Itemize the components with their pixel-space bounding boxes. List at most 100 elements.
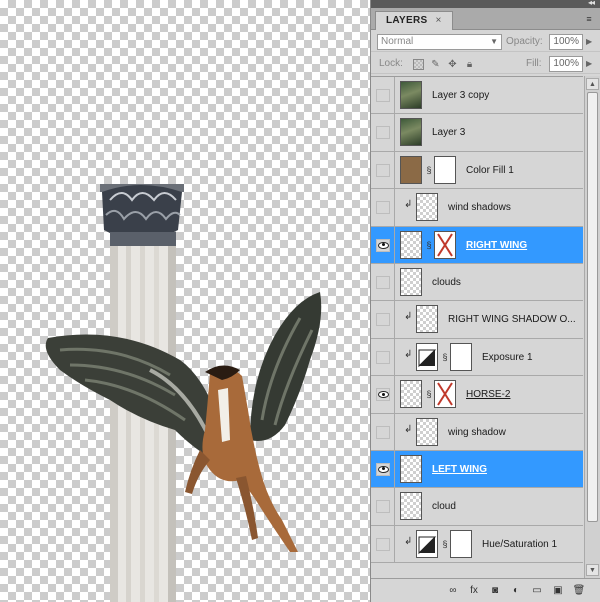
layer-name[interactable]: HORSE-2 bbox=[466, 376, 510, 413]
scroll-up-icon[interactable]: ▲ bbox=[586, 78, 599, 90]
visibility-toggle[interactable] bbox=[371, 189, 395, 226]
layer-name[interactable]: RIGHT WING SHADOW O... bbox=[448, 301, 576, 338]
layer-name[interactable]: Color Fill 1 bbox=[466, 152, 514, 189]
layer-name[interactable]: LEFT WING bbox=[432, 451, 487, 488]
visibility-box[interactable] bbox=[376, 313, 390, 327]
visibility-box[interactable] bbox=[376, 500, 390, 514]
lock-all-icon[interactable]: 🔒︎ bbox=[464, 59, 475, 70]
layer-name[interactable]: Hue/Saturation 1 bbox=[482, 526, 557, 563]
visibility-box[interactable] bbox=[376, 163, 390, 177]
layer-mask-thumbnail[interactable] bbox=[434, 155, 456, 184]
blend-mode-select[interactable]: Normal ▼ bbox=[377, 34, 502, 50]
lock-position-icon[interactable]: ✥ bbox=[447, 59, 458, 70]
visibility-toggle[interactable] bbox=[371, 114, 395, 151]
layer-mask-thumbnail[interactable] bbox=[434, 380, 456, 409]
layer-row[interactable]: § RIGHT WING bbox=[371, 226, 583, 264]
visibility-toggle[interactable] bbox=[371, 151, 395, 189]
fx-icon[interactable]: fx bbox=[467, 584, 481, 598]
layer-mask-thumbnail[interactable] bbox=[434, 230, 456, 259]
visibility-toggle[interactable] bbox=[371, 226, 395, 263]
layer-row[interactable]: § HORSE-2 bbox=[371, 376, 583, 414]
visibility-box[interactable] bbox=[376, 350, 390, 364]
layer-thumbnail[interactable] bbox=[416, 529, 438, 558]
link-icon[interactable]: § bbox=[442, 352, 448, 362]
layer-thumbnail[interactable] bbox=[400, 380, 422, 409]
layer-thumbnail[interactable] bbox=[400, 81, 422, 109]
link-icon[interactable]: § bbox=[426, 389, 432, 399]
link-icon[interactable]: § bbox=[442, 539, 448, 549]
layer-row[interactable]: cloud bbox=[371, 488, 583, 526]
layer-name[interactable]: Layer 3 copy bbox=[432, 77, 489, 114]
document-canvas[interactable] bbox=[0, 0, 370, 602]
layer-row[interactable]: ↲ wing shadow bbox=[371, 413, 583, 451]
scroll-down-icon[interactable]: ▼ bbox=[586, 564, 599, 576]
layer-mask-thumbnail[interactable] bbox=[450, 529, 472, 558]
visibility-toggle[interactable] bbox=[371, 413, 395, 450]
layers-scrollbar[interactable]: ▲ ▼ bbox=[584, 76, 600, 578]
panel-menu-icon[interactable]: ≡ bbox=[582, 13, 596, 25]
lock-pixels-icon[interactable]: ✎ bbox=[430, 59, 441, 70]
visibility-toggle[interactable] bbox=[371, 525, 395, 563]
visibility-box[interactable] bbox=[376, 537, 390, 551]
layer-name[interactable]: clouds bbox=[432, 264, 461, 301]
new-group-icon[interactable]: ▭ bbox=[530, 584, 544, 598]
new-layer-icon[interactable]: ▣ bbox=[551, 584, 565, 598]
link-icon[interactable]: § bbox=[426, 240, 432, 250]
layer-thumbnail[interactable] bbox=[416, 417, 438, 446]
visibility-toggle[interactable] bbox=[371, 338, 395, 376]
layer-name[interactable]: RIGHT WING bbox=[466, 227, 527, 264]
opacity-slider-icon[interactable]: ▶ bbox=[586, 37, 592, 46]
layer-name[interactable]: Layer 3 bbox=[432, 114, 465, 151]
visibility-toggle[interactable] bbox=[371, 301, 395, 338]
visibility-box[interactable] bbox=[376, 201, 390, 215]
layer-row[interactable]: ↲ § Hue/Saturation 1 bbox=[371, 525, 583, 564]
layer-row[interactable]: Layer 3 bbox=[371, 114, 583, 152]
layer-thumbnail[interactable] bbox=[416, 305, 438, 334]
link-layers-icon[interactable]: ∞ bbox=[446, 584, 460, 598]
visibility-box[interactable] bbox=[376, 89, 390, 102]
visibility-box[interactable] bbox=[376, 462, 390, 476]
fill-slider-icon[interactable]: ▶ bbox=[586, 59, 592, 68]
visibility-toggle[interactable] bbox=[371, 263, 395, 301]
layer-row[interactable]: ↲ § Exposure 1 bbox=[371, 338, 583, 377]
layer-thumbnail[interactable] bbox=[416, 193, 438, 222]
layer-name[interactable]: wing shadow bbox=[448, 414, 506, 451]
fill-input[interactable]: 100% bbox=[549, 56, 583, 72]
opacity-input[interactable]: 100% bbox=[549, 34, 583, 50]
visibility-box[interactable] bbox=[376, 126, 390, 140]
visibility-box[interactable] bbox=[376, 425, 390, 439]
visibility-toggle[interactable] bbox=[371, 77, 395, 114]
visibility-toggle[interactable] bbox=[371, 488, 395, 525]
layer-row[interactable]: LEFT WING bbox=[371, 450, 583, 489]
layer-row[interactable]: Layer 3 copy bbox=[371, 77, 583, 115]
visibility-box[interactable] bbox=[376, 388, 390, 402]
adjustment-layer-icon[interactable]: ◐ bbox=[509, 584, 523, 598]
link-icon[interactable]: § bbox=[426, 165, 432, 175]
visibility-toggle[interactable] bbox=[371, 376, 395, 413]
layer-row[interactable]: § Color Fill 1 bbox=[371, 151, 583, 190]
add-mask-icon[interactable]: ◙ bbox=[488, 584, 502, 598]
layer-name[interactable]: Exposure 1 bbox=[482, 339, 533, 376]
layer-name[interactable]: cloud bbox=[432, 488, 456, 525]
tab-layers[interactable]: LAYERS × bbox=[375, 11, 453, 30]
lock-transparency-icon[interactable] bbox=[413, 59, 424, 70]
layer-thumbnail[interactable] bbox=[416, 342, 438, 371]
visibility-box[interactable] bbox=[376, 275, 390, 289]
layer-mask-thumbnail[interactable] bbox=[450, 342, 472, 371]
layer-thumbnail[interactable] bbox=[400, 454, 422, 483]
scroll-thumb[interactable] bbox=[587, 92, 598, 522]
layer-name[interactable]: wind shadows bbox=[448, 189, 511, 226]
close-tab-icon[interactable]: × bbox=[435, 15, 441, 26]
layer-thumbnail[interactable] bbox=[400, 118, 422, 147]
layer-thumbnail[interactable] bbox=[400, 155, 422, 184]
visibility-box[interactable] bbox=[376, 238, 390, 252]
visibility-toggle[interactable] bbox=[371, 450, 395, 488]
layer-row[interactable]: ↲ wind shadows bbox=[371, 189, 583, 227]
layer-row[interactable]: ↲ RIGHT WING SHADOW O... bbox=[371, 301, 583, 339]
delete-layer-icon[interactable]: 🗑︎ bbox=[572, 584, 586, 598]
collapse-panel-icon[interactable]: ◂◂ bbox=[588, 0, 595, 7]
layer-thumbnail[interactable] bbox=[400, 267, 422, 296]
layer-thumbnail[interactable] bbox=[400, 230, 422, 259]
layer-row[interactable]: clouds bbox=[371, 263, 583, 302]
layer-thumbnail[interactable] bbox=[400, 492, 422, 521]
